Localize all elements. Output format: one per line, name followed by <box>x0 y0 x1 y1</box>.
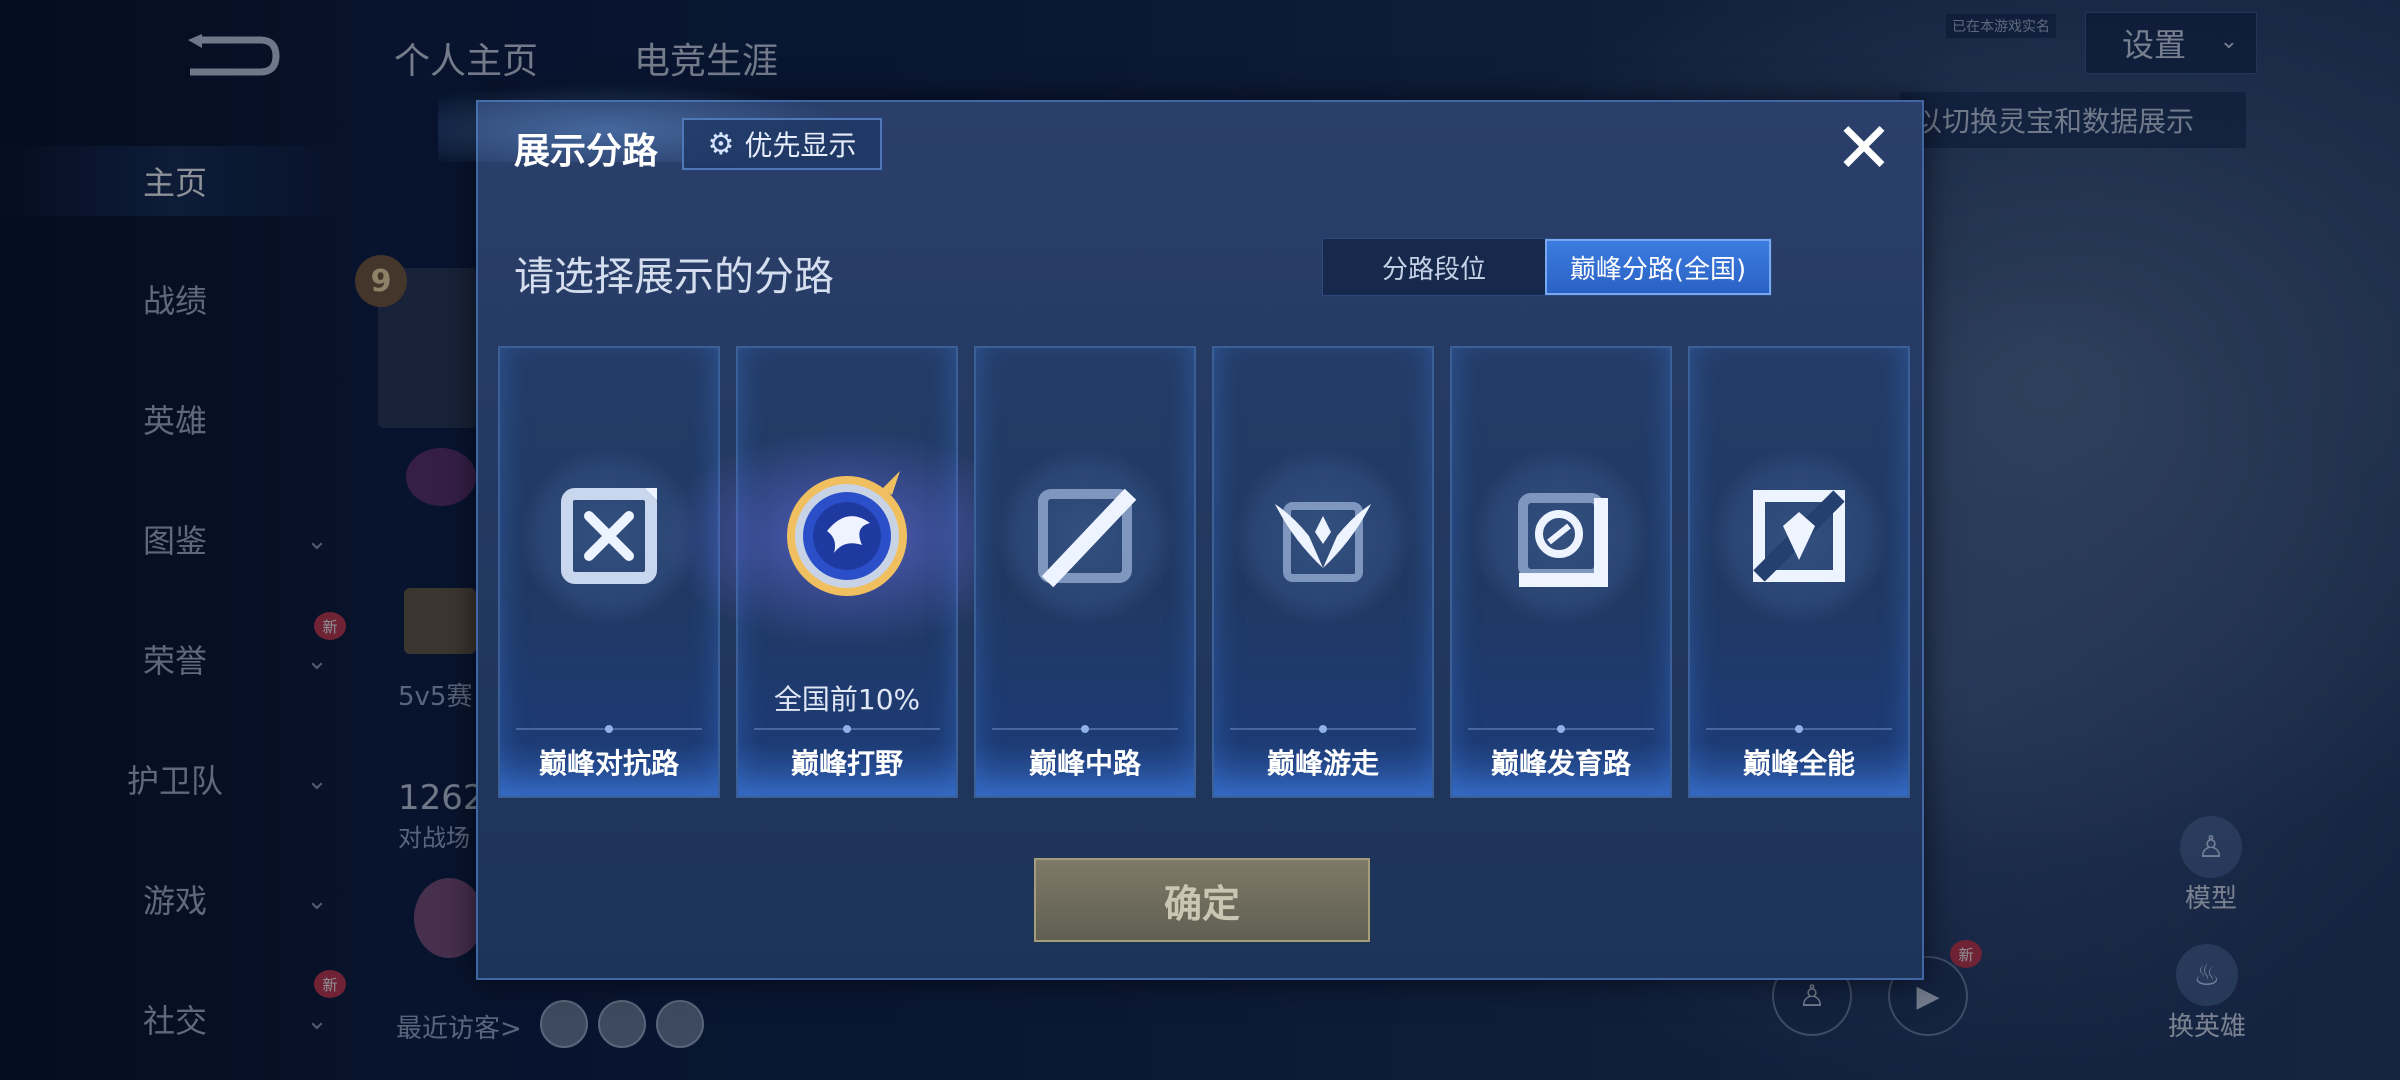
lane-card-roam[interactable]: 巅峰游走 <box>1212 346 1434 798</box>
dialog-subtitle: 请选择展示的分路 <box>514 254 834 300</box>
wings-icon <box>1235 448 1411 624</box>
staff-icon <box>997 448 1173 624</box>
gear-icon: ⚙ <box>707 126 735 162</box>
close-button[interactable]: ✕ <box>1830 107 1898 189</box>
priority-display-label: 优先显示 <box>744 129 857 162</box>
all-round-icon <box>1711 448 1887 624</box>
card-divider <box>516 725 702 733</box>
dragon-emblem-icon <box>759 448 935 624</box>
tab-peak-lane-national[interactable]: 巅峰分路(全国) <box>1545 239 1771 295</box>
lane-card-bot[interactable]: 巅峰发育路 <box>1450 346 1672 798</box>
lane-card-jungle[interactable]: 全国前10% 巅峰打野 <box>658 346 1038 798</box>
card-divider <box>992 725 1178 733</box>
lane-card-all-round[interactable]: 巅峰全能 <box>1688 346 1910 798</box>
lane-card-name: 巅峰全能 <box>1742 747 1855 780</box>
priority-display-button[interactable]: ⚙ 优先显示 <box>682 118 882 170</box>
tab-lane-rank[interactable]: 分路段位 <box>1323 239 1545 295</box>
lane-card-name: 巅峰发育路 <box>1490 747 1631 780</box>
lane-card-rank: 全国前10% <box>773 683 921 716</box>
card-divider <box>1706 725 1892 733</box>
lane-display-dialog: 展示分路 ⚙ 优先显示 ✕ 请选择展示的分路 分路段位 巅峰分路(全国) 巅峰对… <box>438 82 1924 980</box>
lane-card-name: 巅峰游走 <box>1266 747 1379 780</box>
lane-card-name: 巅峰打野 <box>790 747 903 780</box>
card-divider <box>754 725 940 733</box>
card-divider <box>1468 725 1654 733</box>
close-icon: ✕ <box>1834 107 1894 189</box>
lane-card-name: 巅峰对抗路 <box>538 747 679 780</box>
lane-card-mid[interactable]: 巅峰中路 <box>974 346 1196 798</box>
lane-card-name: 巅峰中路 <box>1028 747 1141 780</box>
marksman-icon <box>1473 448 1649 624</box>
lane-mode-segmented-control: 分路段位 巅峰分路(全国) <box>1322 238 1772 296</box>
confirm-button[interactable]: 确定 <box>1034 858 1370 942</box>
card-divider <box>1230 725 1416 733</box>
lane-cards: 巅峰对抗路 全国前10% 巅峰打野 巅峰中路 巅峰游走 巅峰发育路 巅峰全能 <box>498 346 1910 798</box>
dialog-title: 展示分路 <box>514 131 659 172</box>
